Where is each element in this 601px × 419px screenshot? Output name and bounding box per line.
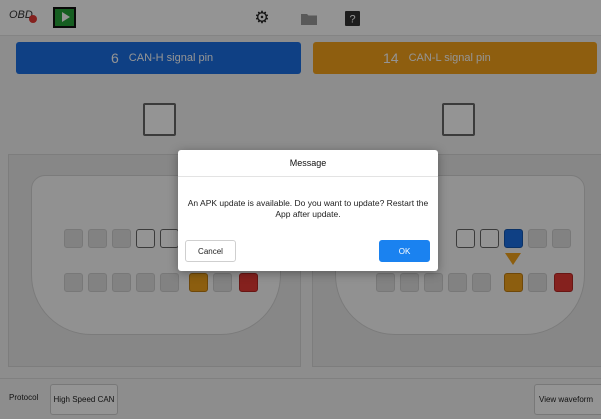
cancel-button[interactable]: Cancel <box>185 240 236 262</box>
dialog-message: An APK update is available. Do you want … <box>187 198 429 219</box>
app-screen: OBD ⚙ ? 6 CAN-H signal pin 14 CAN-L sign… <box>0 0 601 419</box>
dialog-title: Message <box>178 150 438 177</box>
ok-button[interactable]: OK <box>379 240 430 262</box>
update-message-dialog: Message An APK update is available. Do y… <box>178 150 438 271</box>
